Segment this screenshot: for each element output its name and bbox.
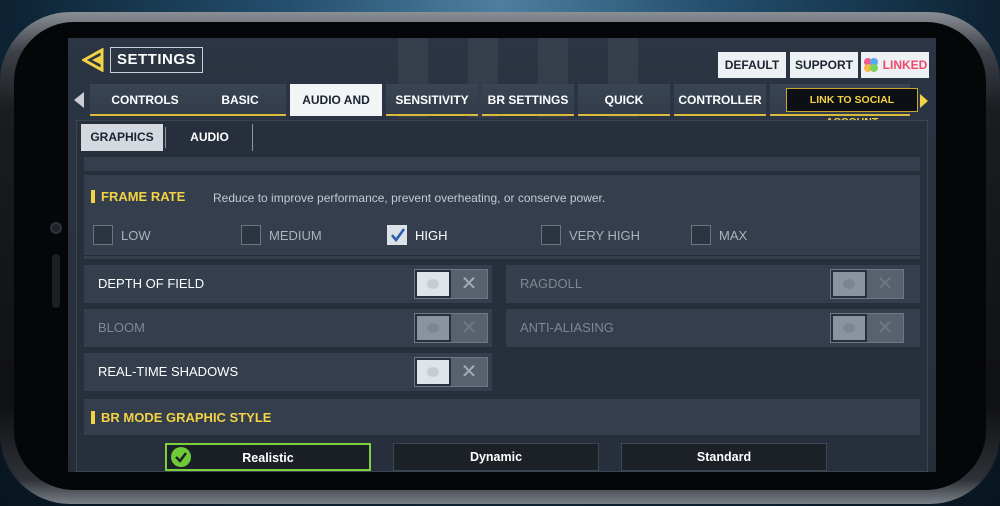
back-arrow-icon (80, 47, 104, 73)
real-time-shadows-switch[interactable]: ✕ (414, 357, 488, 387)
ragdoll-switch[interactable]: ✕ (830, 269, 904, 299)
depth-of-field-switch[interactable]: ✕ (414, 269, 488, 299)
selected-check-icon (171, 447, 191, 467)
frame-rate-divider (84, 255, 920, 256)
subtab-graphics[interactable]: GRAPHICS (81, 124, 163, 151)
link-social-tooltip: LINK TO SOCIAL ACCOUNT (786, 88, 918, 128)
close-icon: ✕ (460, 361, 478, 383)
style-option-label: Realistic (242, 451, 294, 465)
style-option-realistic[interactable]: Realistic (165, 443, 371, 471)
page-title: SETTINGS (110, 47, 204, 73)
switch-knob (831, 314, 867, 342)
option-label: HIGH (415, 227, 448, 243)
linked-button[interactable]: LINKED (861, 52, 929, 78)
tab-scroll-left-icon[interactable] (74, 92, 84, 108)
checkbox[interactable] (241, 225, 261, 245)
option-label: LOW (121, 227, 151, 243)
bloom-switch[interactable]: ✕ (414, 313, 488, 343)
checkbox[interactable] (691, 225, 711, 245)
close-icon: ✕ (876, 273, 894, 295)
checkmark-icon (391, 228, 405, 242)
tab-audio-and-graphics[interactable]: AUDIO AND GRAPHICS (290, 84, 382, 139)
title-accent-bar (91, 411, 95, 424)
option-label: VERY HIGH (569, 227, 641, 243)
ragdoll-row: RAGDOLL ✕ (506, 265, 920, 303)
tab-quick-message[interactable]: QUICK MESSAGE (578, 84, 670, 139)
frame-rate-option-high[interactable]: HIGH (387, 225, 448, 245)
anti-aliasing-switch[interactable]: ✕ (830, 313, 904, 343)
graphics-panel: GRAPHICS AUDIO FRAME RATE Reduce to impr… (76, 120, 928, 472)
frame-rate-option-max[interactable]: MAX (691, 225, 747, 245)
default-button[interactable]: DEFAULT (718, 52, 786, 78)
close-icon: ✕ (460, 273, 478, 295)
support-button[interactable]: SUPPORT (790, 52, 858, 78)
tab-controller[interactable]: CONTROLLER (674, 84, 766, 116)
style-option-standard[interactable]: Standard (621, 443, 827, 471)
checkbox[interactable] (93, 225, 113, 245)
depth-of-field-row: DEPTH OF FIELD ✕ (84, 265, 492, 303)
br-mode-title-text: BR MODE GRAPHIC STYLE (101, 410, 272, 425)
option-label: MAX (719, 227, 748, 243)
social-link-icon (863, 58, 878, 72)
switch-knob (415, 270, 451, 298)
real-time-shadows-label: REAL-TIME SHADOWS (98, 364, 239, 379)
tab-sensitivity[interactable]: SENSITIVITY (386, 84, 478, 116)
speaker-grille (52, 254, 60, 308)
anti-aliasing-row: ANTI-ALIASING ✕ (506, 309, 920, 347)
ragdoll-label: RAGDOLL (520, 276, 583, 291)
front-camera (50, 222, 62, 234)
subtab-audio[interactable]: AUDIO (167, 124, 253, 151)
frame-rate-title-text: FRAME RATE (101, 189, 186, 204)
frame-rate-section (84, 175, 920, 259)
tab-basic[interactable]: BASIC (194, 84, 286, 116)
frame-rate-title: FRAME RATE (91, 189, 185, 204)
frame-rate-option-low[interactable]: LOW (93, 225, 151, 245)
linked-label: LINKED (882, 58, 928, 72)
frame-rate-option-very-high[interactable]: VERY HIGH (541, 225, 640, 245)
switch-knob (415, 358, 451, 386)
option-label: MEDIUM (269, 227, 322, 243)
back-button[interactable] (80, 47, 112, 73)
switch-knob (831, 270, 867, 298)
checkbox[interactable] (541, 225, 561, 245)
scroll-strip (84, 157, 920, 171)
game-screen: SETTINGS DEFAULT SUPPORT LINKED CONTROLS… (68, 38, 936, 472)
anti-aliasing-label: ANTI-ALIASING (520, 320, 614, 335)
title-accent-bar (91, 190, 95, 203)
bloom-label: BLOOM (98, 320, 145, 335)
frame-rate-option-medium[interactable]: MEDIUM (241, 225, 322, 245)
close-icon: ✕ (460, 317, 478, 339)
style-option-dynamic[interactable]: Dynamic (393, 443, 599, 471)
tab-scroll-right-icon[interactable] (920, 94, 928, 108)
depth-of-field-label: DEPTH OF FIELD (98, 276, 205, 291)
close-icon: ✕ (876, 317, 894, 339)
tab-br-settings[interactable]: BR SETTINGS (482, 84, 574, 116)
tab-controls[interactable]: CONTROLS (90, 84, 200, 116)
checkbox-checked[interactable] (387, 225, 407, 245)
bloom-row: BLOOM ✕ (84, 309, 492, 347)
subtab-divider (165, 127, 166, 148)
switch-knob (415, 314, 451, 342)
br-mode-title: BR MODE GRAPHIC STYLE (91, 410, 271, 425)
frame-rate-hint: Reduce to improve performance, prevent o… (213, 191, 606, 205)
real-time-shadows-row: REAL-TIME SHADOWS ✕ (84, 353, 492, 391)
